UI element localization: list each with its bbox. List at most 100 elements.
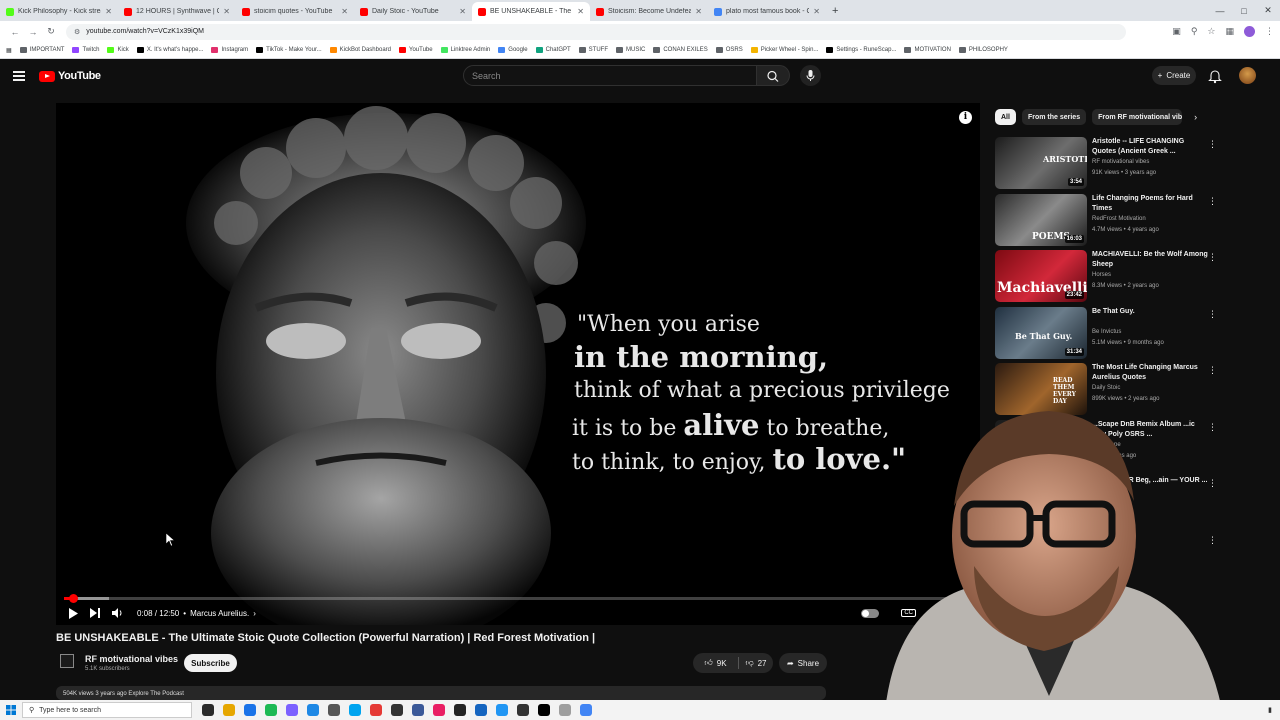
bookmark-item[interactable]: Picker Wheel - Spin... <box>750 47 818 53</box>
browser-tab[interactable]: 12 HOURS | Synthwave | Goth ✕ <box>118 2 236 21</box>
more-actions-icon[interactable]: ⋮ <box>1208 139 1217 150</box>
recommended-channel[interactable]: Daily Stoic <box>1092 385 1120 391</box>
bookmark-item[interactable]: PHILOSOPHY <box>958 47 1008 53</box>
more-actions-icon[interactable]: ⋮ <box>1208 252 1217 263</box>
scrubber-handle[interactable] <box>69 594 79 603</box>
hamburger-menu-icon[interactable] <box>13 71 25 81</box>
bookmark-star-icon[interactable]: ☆ <box>1207 26 1215 37</box>
next-icon[interactable] <box>90 608 100 618</box>
recommended-video[interactable]: Be That Guy. 31:34 Be That Guy. Be Invictus… <box>995 306 1220 359</box>
recommended-channel[interactable]: Horses <box>1092 272 1111 278</box>
taskbar-app-icon[interactable] <box>496 704 508 716</box>
notifications-bell-icon[interactable] <box>1208 68 1222 84</box>
recommended-title[interactable]: The Most Life Changing Marcus Aurelius Q… <box>1092 363 1208 383</box>
video-thumbnail[interactable]: ARISTOTLE 3:54 <box>995 137 1087 189</box>
apps-grid-icon[interactable]: ▦ <box>6 47 12 54</box>
show-desktop-icon[interactable]: ▮ <box>1268 706 1272 714</box>
profile-avatar[interactable] <box>1244 26 1255 37</box>
bookmark-item[interactable]: Settings - RuneScap... <box>826 47 896 53</box>
taskbar-app-icon[interactable] <box>454 704 466 716</box>
browser-tab[interactable]: BE UNSHAKEABLE - The Ultima ✕ <box>472 2 590 21</box>
taskbar-app-icon[interactable] <box>265 704 277 716</box>
browser-tab[interactable]: Daily Stoic - YouTube ✕ <box>354 2 472 21</box>
bookmark-item[interactable]: IMPORTANT <box>19 47 64 53</box>
taskbar-app-icon[interactable] <box>559 704 571 716</box>
taskbar-app-icon[interactable] <box>370 704 382 716</box>
search-input[interactable]: Search <box>463 65 757 86</box>
chips-next-chevron-icon[interactable]: › <box>1194 112 1197 122</box>
taskbar-app-icon[interactable] <box>517 704 529 716</box>
filter-chip[interactable]: From the series <box>1021 109 1087 125</box>
bookmark-item[interactable]: Twitch <box>72 47 99 53</box>
video-thumbnail[interactable]: Machiavelli 23:42 <box>995 250 1087 302</box>
dislike-button[interactable]: 👎︎ 27 <box>739 658 773 668</box>
recommended-channel[interactable]: RF motivational vibes <box>1092 159 1149 165</box>
bookmark-item[interactable]: Google <box>498 47 528 53</box>
chapter-chevron-icon[interactable]: › <box>253 609 256 618</box>
taskbar-app-icon[interactable] <box>244 704 256 716</box>
taskbar-app-icon[interactable] <box>433 704 445 716</box>
browser-tab[interactable]: stoicim quotes - YouTube ✕ <box>236 2 354 21</box>
recommended-channel[interactable]: Be Invictus <box>1092 329 1121 335</box>
reload-icon[interactable]: ↻ <box>42 26 60 37</box>
voice-search-button[interactable] <box>800 65 821 86</box>
taskbar-app-icon[interactable] <box>412 704 424 716</box>
new-tab-icon[interactable]: + <box>826 2 844 21</box>
channel-avatar[interactable] <box>60 654 74 668</box>
recommended-title[interactable]: MACHIAVELLI: Be the Wolf Among Sheep <box>1092 250 1208 270</box>
taskbar-search-input[interactable]: ⚲ Type here to search <box>22 702 192 718</box>
recommended-title[interactable]: Aristotle -- LIFE CHANGING Quotes (Ancie… <box>1092 137 1208 157</box>
taskbar-app-icon[interactable] <box>286 704 298 716</box>
bookmark-item[interactable]: Linktree Admin <box>440 47 490 53</box>
tab-close-icon[interactable]: ✕ <box>459 7 466 16</box>
recommended-video[interactable]: POEMS 16:03 Life Changing Poems for Hard T… <box>995 193 1220 246</box>
video-thumbnail[interactable]: POEMS 16:03 <box>995 193 1087 246</box>
recommended-title[interactable]: Life Changing Poems for Hard Times <box>1092 194 1208 214</box>
bookmark-item[interactable]: TikTok - Make Your... <box>256 47 322 53</box>
taskbar-app-icon[interactable] <box>580 704 592 716</box>
volume-icon[interactable] <box>112 608 123 618</box>
minimize-icon[interactable]: — <box>1208 6 1232 16</box>
more-actions-icon[interactable]: ⋮ <box>1208 196 1217 207</box>
create-button[interactable]: + Create <box>1152 66 1196 85</box>
taskbar-app-icon[interactable] <box>391 704 403 716</box>
address-bar[interactable]: ⚙ youtube.com/watch?v=VCzK1x39iQM <box>66 23 1126 40</box>
forward-icon[interactable]: → <box>24 27 42 37</box>
windows-start-icon[interactable] <box>0 700 22 720</box>
taskbar-app-icon[interactable] <box>349 704 361 716</box>
extensions-icon[interactable]: ▦ <box>1225 26 1234 37</box>
chapter-title[interactable]: Marcus Aurelius. <box>190 609 249 618</box>
bookmark-item[interactable]: ChatGPT <box>535 47 571 53</box>
tab-close-icon[interactable]: ✕ <box>105 7 112 16</box>
taskbar-app-icon[interactable] <box>538 704 550 716</box>
bookmark-item[interactable]: YouTube <box>399 47 433 53</box>
taskbar-app-icon[interactable] <box>223 704 235 716</box>
recommended-channel[interactable]: RedFrost Motivation <box>1092 216 1146 222</box>
bookmark-item[interactable]: OSRS <box>715 47 743 53</box>
maximize-icon[interactable]: □ <box>1232 6 1256 16</box>
bookmark-item[interactable]: KickBot Dashboard <box>329 47 391 53</box>
close-window-icon[interactable]: ✕ <box>1256 5 1280 16</box>
youtube-logo[interactable]: YouTube <box>39 70 101 82</box>
recommended-title[interactable]: Be That Guy. <box>1092 307 1208 317</box>
browser-tab[interactable]: Stoicism: Become Undefeatabl✕ <box>590 2 708 21</box>
subscribe-button[interactable]: Subscribe <box>184 654 237 672</box>
taskbar-app-icon[interactable] <box>307 704 319 716</box>
cast-icon[interactable]: ▣ <box>1172 26 1181 37</box>
more-actions-icon[interactable]: ⋮ <box>1208 365 1217 376</box>
description-box[interactable]: 504K views 3 years ago Explore The Podca… <box>56 686 826 700</box>
play-icon[interactable] <box>68 607 78 619</box>
bookmark-item[interactable]: X. It's what's happe... <box>136 47 203 53</box>
taskbar-app-icon[interactable] <box>328 704 340 716</box>
tab-close-icon[interactable]: ✕ <box>341 7 348 16</box>
browser-tab[interactable]: plato most famous book - Goo✕ <box>708 2 826 21</box>
taskbar-app-icon[interactable] <box>202 704 214 716</box>
back-icon[interactable]: ← <box>6 27 24 37</box>
share-button[interactable]: ➦ Share <box>779 653 827 673</box>
channel-name[interactable]: RF motivational vibes <box>85 654 178 664</box>
more-actions-icon[interactable]: ⋮ <box>1208 309 1217 320</box>
menu-kebab-icon[interactable]: ⋮ <box>1265 26 1274 37</box>
video-thumbnail[interactable]: Be That Guy. 31:34 <box>995 306 1087 359</box>
tab-close-icon[interactable]: ✕ <box>695 7 702 16</box>
bookmark-item[interactable]: Kick <box>107 47 129 53</box>
